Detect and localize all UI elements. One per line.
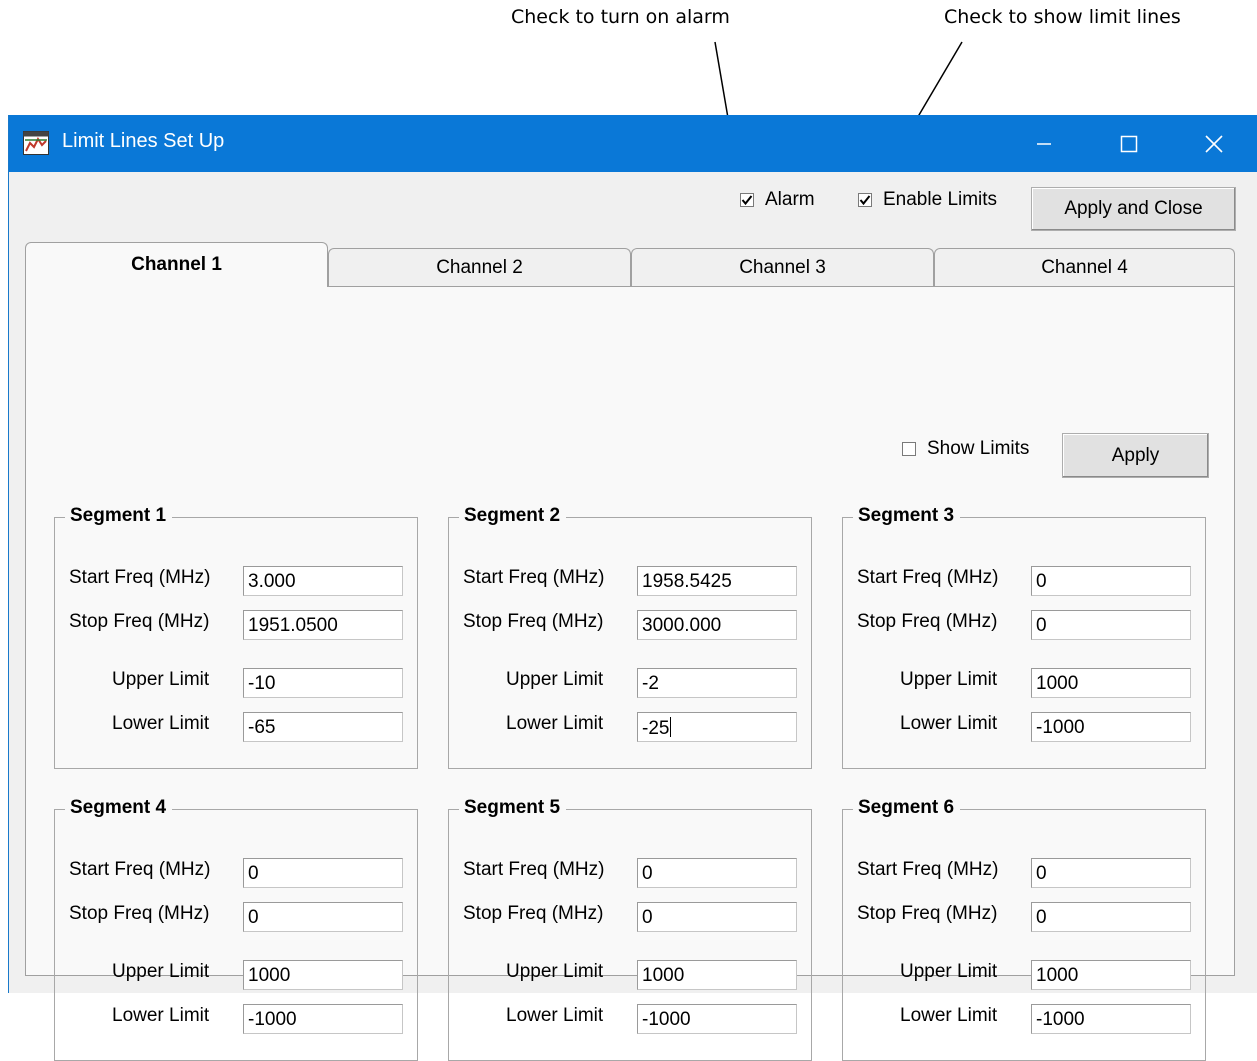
stop-freq-label: Stop Freq (MHz) [857, 611, 998, 632]
lower-limit-input-focused[interactable]: -25 [637, 712, 797, 742]
stop-freq-input[interactable]: 3000.000 [637, 610, 797, 640]
stop-freq-label: Stop Freq (MHz) [69, 903, 210, 924]
show-limits-label: Show Limits [927, 438, 1030, 459]
channel-tabs: Channel 1 Channel 2 Channel 3 Channel 4 [25, 242, 1235, 287]
text-caret [670, 717, 672, 737]
stop-freq-input[interactable]: 0 [1031, 610, 1191, 640]
close-icon [1205, 134, 1223, 153]
apply-button[interactable]: Apply [1062, 433, 1209, 478]
upper-limit-input[interactable]: -10 [243, 668, 403, 698]
tab-channel-2[interactable]: Channel 2 [328, 248, 631, 286]
lower-limit-label: Lower Limit [900, 1005, 998, 1026]
start-freq-label: Start Freq (MHz) [857, 859, 999, 880]
maximize-button[interactable] [1091, 115, 1167, 172]
lower-limit-label: Lower Limit [112, 713, 210, 734]
start-freq-label: Start Freq (MHz) [463, 859, 605, 880]
stop-freq-input[interactable]: 0 [243, 902, 403, 932]
show-limits-checkbox[interactable]: Show Limits [902, 438, 1029, 460]
segment-title: Segment 5 [459, 797, 567, 819]
segment-6-group: Segment 6 Start Freq (MHz) 0 Stop Freq (… [842, 797, 1206, 1061]
tab-channel-3[interactable]: Channel 3 [631, 248, 934, 286]
lower-limit-value: -25 [642, 718, 670, 739]
minimize-icon [1037, 142, 1051, 145]
upper-limit-input[interactable]: 1000 [637, 960, 797, 990]
start-freq-label: Start Freq (MHz) [857, 567, 999, 588]
upper-limit-label: Upper Limit [112, 669, 210, 690]
segment-title: Segment 6 [853, 797, 961, 819]
stop-freq-input[interactable]: 0 [637, 902, 797, 932]
show-limits-checkbox-box[interactable] [902, 442, 916, 456]
segment-3-group: Segment 3 Start Freq (MHz) 0 Stop Freq (… [842, 505, 1206, 769]
minimize-button[interactable] [1006, 115, 1082, 172]
lower-limit-input[interactable]: -1000 [243, 1004, 403, 1034]
alarm-label: Alarm [765, 189, 815, 210]
close-button[interactable] [1176, 115, 1252, 172]
lower-limit-label: Lower Limit [506, 713, 604, 734]
tab-channel-4[interactable]: Channel 4 [934, 248, 1235, 286]
tab-channel-1[interactable]: Channel 1 [25, 242, 328, 287]
lower-limit-input[interactable]: -1000 [1031, 1004, 1191, 1034]
apply-and-close-button[interactable]: Apply and Close [1031, 187, 1236, 231]
start-freq-input[interactable]: 0 [1031, 566, 1191, 596]
segment-title: Segment 3 [853, 505, 961, 527]
enable-limits-label: Enable Limits [883, 189, 998, 210]
upper-limit-input[interactable]: 1000 [1031, 668, 1191, 698]
segment-5-group: Segment 5 Start Freq (MHz) 0 Stop Freq (… [448, 797, 812, 1061]
start-freq-input[interactable]: 1958.5425 [637, 566, 797, 596]
limit-lines-app-icon [23, 131, 49, 155]
lower-limit-label: Lower Limit [506, 1005, 604, 1026]
segment-title: Segment 4 [65, 797, 173, 819]
start-freq-input[interactable]: 0 [1031, 858, 1191, 888]
start-freq-label: Start Freq (MHz) [69, 859, 211, 880]
upper-limit-label: Upper Limit [900, 961, 998, 982]
limit-lines-dialog: Limit Lines Set Up Alarm Enable Limits A… [8, 115, 1257, 1061]
window-title: Limit Lines Set Up [62, 130, 225, 152]
upper-limit-input[interactable]: 1000 [243, 960, 403, 990]
lower-limit-label: Lower Limit [112, 1005, 210, 1026]
title-bar[interactable]: Limit Lines Set Up [9, 115, 1257, 172]
checkmark-icon [859, 195, 871, 206]
segment-title: Segment 1 [65, 505, 173, 527]
upper-limit-label: Upper Limit [506, 961, 604, 982]
lower-limit-input[interactable]: -65 [243, 712, 403, 742]
checkmark-icon [741, 195, 753, 206]
upper-limit-label: Upper Limit [112, 961, 210, 982]
stop-freq-label: Stop Freq (MHz) [463, 611, 604, 632]
enable-limits-checkbox[interactable]: Enable Limits [858, 189, 997, 211]
alarm-checkbox-box[interactable] [740, 193, 754, 207]
lower-limit-input[interactable]: -1000 [1031, 712, 1191, 742]
lower-limit-input[interactable]: -1000 [637, 1004, 797, 1034]
segment-1-group: Segment 1 Start Freq (MHz) 3.000 Stop Fr… [54, 505, 418, 769]
callout-alarm-text: Check to turn on alarm [511, 6, 730, 28]
stop-freq-label: Stop Freq (MHz) [69, 611, 210, 632]
callout-limits-text: Check to show limit lines [944, 6, 1181, 28]
start-freq-input[interactable]: 3.000 [243, 566, 403, 596]
enable-limits-checkbox-box[interactable] [858, 193, 872, 207]
stop-freq-label: Stop Freq (MHz) [463, 903, 604, 924]
channel-1-panel: Show Limits Apply Segment 1 Start Freq (… [25, 286, 1235, 1061]
start-freq-label: Start Freq (MHz) [463, 567, 605, 588]
maximize-icon [1120, 135, 1138, 152]
lower-limit-label: Lower Limit [900, 713, 998, 734]
segment-title: Segment 2 [459, 505, 567, 527]
start-freq-label: Start Freq (MHz) [69, 567, 211, 588]
segment-4-group: Segment 4 Start Freq (MHz) 0 Stop Freq (… [54, 797, 418, 1061]
alarm-checkbox[interactable]: Alarm [740, 189, 815, 211]
upper-limit-input[interactable]: -2 [637, 668, 797, 698]
upper-limit-label: Upper Limit [900, 669, 998, 690]
upper-limit-input[interactable]: 1000 [1031, 960, 1191, 990]
start-freq-input[interactable]: 0 [637, 858, 797, 888]
start-freq-input[interactable]: 0 [243, 858, 403, 888]
stop-freq-label: Stop Freq (MHz) [857, 903, 998, 924]
segment-2-group: Segment 2 Start Freq (MHz) 1958.5425 Sto… [448, 505, 812, 769]
upper-limit-label: Upper Limit [506, 669, 604, 690]
stop-freq-input[interactable]: 1951.0500 [243, 610, 403, 640]
stop-freq-input[interactable]: 0 [1031, 902, 1191, 932]
